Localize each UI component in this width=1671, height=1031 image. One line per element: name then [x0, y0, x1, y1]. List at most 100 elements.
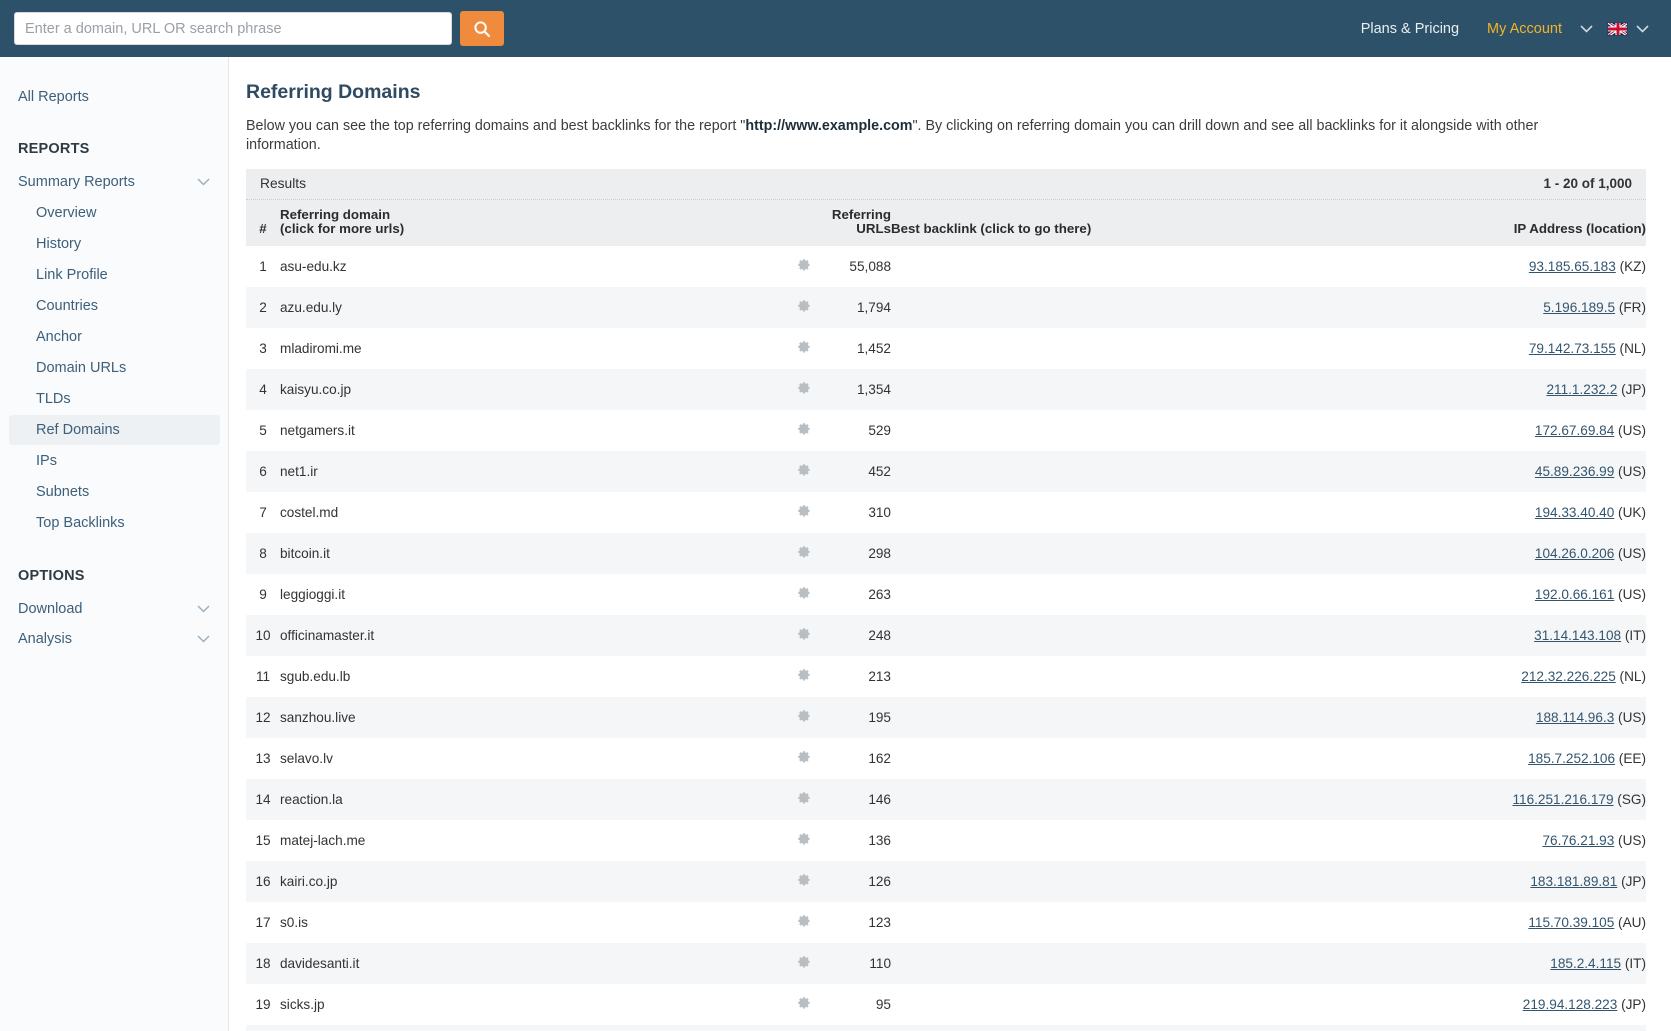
table-row[interactable]: 10officinamaster.it24831.14.143.108 (IT) — [246, 615, 1646, 656]
gear-icon[interactable] — [797, 259, 810, 272]
best-backlink-cell[interactable] — [891, 697, 1396, 738]
sidebar-group-analysis[interactable]: Analysis — [0, 624, 228, 654]
gear-icon[interactable] — [797, 792, 810, 805]
referring-domain-cell[interactable]: asu-edu.kz — [280, 246, 785, 287]
referring-domain-cell[interactable]: netgamers.it — [280, 410, 785, 451]
table-row[interactable]: 2azu.edu.ly1,7945.196.189.5 (FR) — [246, 287, 1646, 328]
gear-icon[interactable] — [797, 341, 810, 354]
sidebar-group-summary-reports[interactable]: Summary Reports — [0, 167, 228, 197]
sidebar-item-ref-domains[interactable]: Ref Domains — [9, 415, 220, 445]
best-backlink-cell[interactable] — [891, 779, 1396, 820]
search-button[interactable] — [460, 11, 504, 46]
account-chevron-down-icon[interactable] — [1580, 21, 1593, 37]
referring-domain-cell[interactable]: kairi.co.jp — [280, 861, 785, 902]
table-row[interactable]: 4kaisyu.co.jp1,354211.1.232.2 (JP) — [246, 369, 1646, 410]
table-row[interactable]: 11sgub.edu.lb213212.32.226.225 (NL) — [246, 656, 1646, 697]
row-settings-cell[interactable] — [785, 615, 821, 656]
best-backlink-cell[interactable] — [891, 1025, 1396, 1031]
ip-address-link[interactable]: 185.2.4.115 — [1550, 956, 1621, 971]
best-backlink-cell[interactable] — [891, 328, 1396, 369]
sidebar-item-countries[interactable]: Countries — [9, 291, 220, 321]
ip-address-link[interactable]: 219.94.128.223 — [1523, 997, 1618, 1012]
table-row[interactable]: 12sanzhou.live195188.114.96.3 (US) — [246, 697, 1646, 738]
row-settings-cell[interactable] — [785, 328, 821, 369]
gear-icon[interactable] — [797, 833, 810, 846]
best-backlink-cell[interactable] — [891, 451, 1396, 492]
table-row[interactable]: 8bitcoin.it298104.26.0.206 (US) — [246, 533, 1646, 574]
table-row[interactable]: 17s0.is123115.70.39.105 (AU) — [246, 902, 1646, 943]
uk-flag-icon[interactable] — [1607, 22, 1628, 36]
gear-icon[interactable] — [797, 587, 810, 600]
best-backlink-cell[interactable] — [891, 738, 1396, 779]
row-settings-cell[interactable] — [785, 943, 821, 984]
gear-icon[interactable] — [797, 546, 810, 559]
best-backlink-cell[interactable] — [891, 943, 1396, 984]
sidebar-group-download[interactable]: Download — [0, 594, 228, 624]
row-settings-cell[interactable] — [785, 369, 821, 410]
column-header-number[interactable]: # — [246, 200, 280, 246]
ip-address-link[interactable]: 212.32.226.225 — [1521, 669, 1616, 684]
gear-icon[interactable] — [797, 915, 810, 928]
best-backlink-cell[interactable] — [891, 246, 1396, 287]
gear-icon[interactable] — [797, 751, 810, 764]
gear-icon[interactable] — [797, 382, 810, 395]
best-backlink-cell[interactable] — [891, 615, 1396, 656]
row-settings-cell[interactable] — [785, 410, 821, 451]
ip-address-link[interactable]: 76.76.21.93 — [1542, 833, 1614, 848]
sidebar-item-history[interactable]: History — [9, 229, 220, 259]
table-row[interactable]: 9leggioggi.it263192.0.66.161 (US) — [246, 574, 1646, 615]
best-backlink-cell[interactable] — [891, 656, 1396, 697]
sidebar-item-tlds[interactable]: TLDs — [9, 384, 220, 414]
sidebar-item-ips[interactable]: IPs — [9, 446, 220, 476]
ip-address-link[interactable]: 79.142.73.155 — [1529, 341, 1616, 356]
column-header-domain[interactable]: Referring domain (click for more urls) — [280, 200, 785, 246]
sidebar-item-subnets[interactable]: Subnets — [9, 477, 220, 507]
sidebar-item-overview[interactable]: Overview — [9, 198, 220, 228]
ip-address-link[interactable]: 192.0.66.161 — [1535, 587, 1614, 602]
row-settings-cell[interactable] — [785, 697, 821, 738]
gear-icon[interactable] — [797, 464, 810, 477]
column-header-best-backlink[interactable]: Best backlink (click to go there) — [891, 200, 1396, 246]
referring-domain-cell[interactable]: sgub.edu.lb — [280, 656, 785, 697]
referring-domain-cell[interactable]: hek.ma — [280, 1025, 785, 1031]
table-row[interactable]: 6net1.ir45245.89.236.99 (US) — [246, 451, 1646, 492]
referring-domain-cell[interactable]: selavo.lv — [280, 738, 785, 779]
row-settings-cell[interactable] — [785, 246, 821, 287]
gear-icon[interactable] — [797, 997, 810, 1010]
ip-address-link[interactable]: 183.181.89.81 — [1530, 874, 1617, 889]
ip-address-link[interactable]: 185.7.252.106 — [1528, 751, 1615, 766]
language-chevron-down-icon[interactable] — [1636, 21, 1649, 37]
table-row[interactable]: 7costel.md310194.33.40.40 (UK) — [246, 492, 1646, 533]
best-backlink-cell[interactable] — [891, 410, 1396, 451]
table-row[interactable]: 19sicks.jp95219.94.128.223 (JP) — [246, 984, 1646, 1025]
referring-domain-cell[interactable]: net1.ir — [280, 451, 785, 492]
table-row[interactable]: 15matej-lach.me13676.76.21.93 (US) — [246, 820, 1646, 861]
referring-domain-cell[interactable]: kaisyu.co.jp — [280, 369, 785, 410]
ip-address-link[interactable]: 211.1.232.2 — [1546, 382, 1617, 397]
referring-domain-cell[interactable]: costel.md — [280, 492, 785, 533]
referring-domain-cell[interactable]: azu.edu.ly — [280, 287, 785, 328]
gear-icon[interactable] — [797, 956, 810, 969]
best-backlink-cell[interactable] — [891, 492, 1396, 533]
ip-address-link[interactable]: 5.196.189.5 — [1543, 300, 1615, 315]
sidebar-item-all-reports[interactable]: All Reports — [0, 83, 228, 111]
gear-icon[interactable] — [797, 628, 810, 641]
row-settings-cell[interactable] — [785, 984, 821, 1025]
best-backlink-cell[interactable] — [891, 533, 1396, 574]
table-row[interactable]: 3mladiromi.me1,45279.142.73.155 (NL) — [246, 328, 1646, 369]
table-row[interactable]: 5netgamers.it529172.67.69.84 (US) — [246, 410, 1646, 451]
ip-address-link[interactable]: 188.114.96.3 — [1536, 710, 1614, 725]
referring-domain-cell[interactable]: mladiromi.me — [280, 328, 785, 369]
referring-domain-cell[interactable]: reaction.la — [280, 779, 785, 820]
row-settings-cell[interactable] — [785, 287, 821, 328]
table-row[interactable]: 1asu-edu.kz55,08893.185.65.183 (KZ) — [246, 246, 1646, 287]
best-backlink-cell[interactable] — [891, 820, 1396, 861]
row-settings-cell[interactable] — [785, 533, 821, 574]
ip-address-link[interactable]: 172.67.69.84 — [1535, 423, 1614, 438]
row-settings-cell[interactable] — [785, 574, 821, 615]
referring-domain-cell[interactable]: sanzhou.live — [280, 697, 785, 738]
ip-address-link[interactable]: 93.185.65.183 — [1529, 259, 1616, 274]
best-backlink-cell[interactable] — [891, 902, 1396, 943]
gear-icon[interactable] — [797, 423, 810, 436]
table-row[interactable]: 13selavo.lv162185.7.252.106 (EE) — [246, 738, 1646, 779]
